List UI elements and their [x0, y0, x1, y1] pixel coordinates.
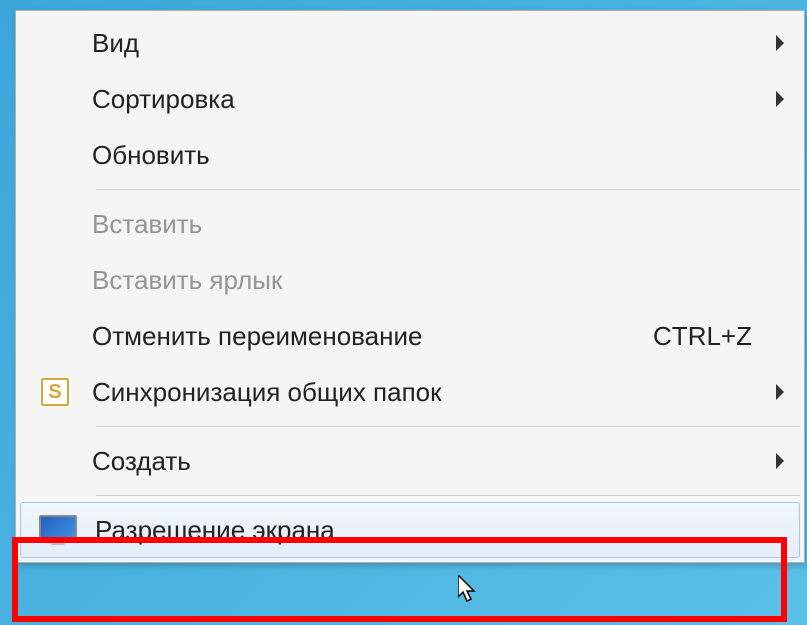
menu-label: Отменить переименование [92, 321, 653, 352]
cursor-icon [458, 575, 482, 607]
menu-item-sort[interactable]: Сортировка [18, 71, 802, 127]
menu-label: Вид [92, 28, 782, 59]
menu-item-refresh[interactable]: Обновить [18, 127, 802, 183]
menu-label: Вставить [92, 209, 782, 240]
menu-item-undo-rename[interactable]: Отменить переименование CTRL+Z [18, 308, 802, 364]
menu-label: Разрешение экрана [95, 515, 779, 546]
icon-slot: S [18, 378, 92, 406]
menu-separator [96, 495, 800, 496]
monitor-icon [39, 515, 77, 545]
menu-label: Создать [92, 446, 782, 477]
menu-item-paste: Вставить [18, 196, 802, 252]
menu-label: Вставить ярлык [92, 265, 782, 296]
menu-separator [96, 189, 800, 190]
menu-item-view[interactable]: Вид [18, 15, 802, 71]
desktop-context-menu: Вид Сортировка Обновить Вставить Вставит… [15, 10, 805, 563]
menu-item-screen-resolution[interactable]: Разрешение экрана [20, 502, 800, 558]
menu-separator [96, 426, 800, 427]
menu-shortcut: CTRL+Z [653, 321, 752, 352]
menu-item-new[interactable]: Создать [18, 433, 802, 489]
menu-label: Синхронизация общих папок [92, 377, 782, 408]
menu-item-sync-folders[interactable]: S Синхронизация общих папок [18, 364, 802, 420]
icon-slot [21, 515, 95, 545]
menu-label: Сортировка [92, 84, 782, 115]
menu-item-paste-shortcut: Вставить ярлык [18, 252, 802, 308]
menu-label: Обновить [92, 140, 782, 171]
sync-icon: S [41, 378, 69, 406]
